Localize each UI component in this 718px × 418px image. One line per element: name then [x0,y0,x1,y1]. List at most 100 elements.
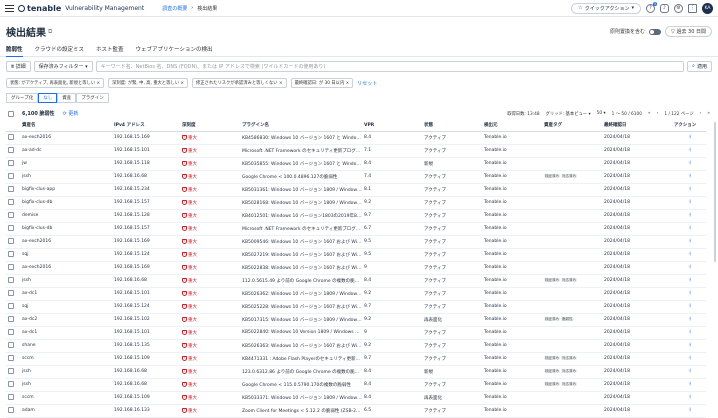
cell-plugin[interactable]: KB5031361: Windows 10 バージョン 1809 / Windo… [240,183,362,197]
table-row[interactable]: jssh 192.168.16.68! 重大 123.0.6312.86 より前の G… [6,365,706,379]
more-actions-icon[interactable]: ⋮ [672,235,706,249]
refresh-button[interactable]: ⟳ 更新 [63,110,79,117]
table-row[interactable]: ax-dc1 192.168.15.101! 重大 KB5026362: Window… [6,287,706,301]
more-actions-icon[interactable]: ⋮ [672,157,706,171]
cell-plugin[interactable]: KB4586830: Windows 10 バージョン 1607 と Windo… [240,131,362,145]
cell-asset[interactable]: shane [20,339,112,353]
bell-icon[interactable]: ♪ [660,3,669,13]
table-row[interactable]: sccm 192.168.15.109! 重大 KB4471331 : Adobe F… [6,352,706,366]
more-actions-icon[interactable]: ⋮ [672,222,706,236]
table-row[interactable]: jw 192.168.15.118! 重大 KB5035855: Windows 10… [6,157,706,171]
cell-asset[interactable]: jw [20,157,112,171]
cell-asset[interactable]: ax-dc1 [20,287,112,301]
view-select[interactable]: グリッド: 基本ビュー ▾ [546,111,591,117]
per-page-select[interactable]: 50 ▾ [597,111,606,117]
col-state[interactable]: 状態 [422,120,482,132]
more-actions-icon[interactable]: ⋮ [672,170,706,184]
more-actions-icon[interactable]: ⋮ [672,209,706,223]
row-checkbox[interactable] [8,133,14,140]
cell-asset[interactable]: bigfix-clus-db [20,196,112,210]
table-row[interactable]: ax-dc2 192.168.15.102! 重大 KB5017315: Window… [6,313,706,327]
cell-plugin[interactable]: KB5009546: Windows 10 バージョン 1607 および Win… [240,235,362,249]
cell-plugin[interactable]: KB5026363: Windows 10 バージョン 1607 および Win… [240,339,362,353]
group-plugin[interactable]: プラグイン [76,93,109,103]
date-range-button[interactable]: ▽ 過去 30 日間 [665,26,712,37]
row-checkbox[interactable] [8,328,14,335]
cell-asset[interactable]: ax-ad-dc [20,144,112,158]
tab-host-audit[interactable]: ホスト監査 [96,45,124,56]
more-actions-icon[interactable]: ⋮ [672,391,706,405]
row-checkbox[interactable] [8,380,14,387]
col-severity[interactable]: 深刻度 [180,120,240,132]
row-checkbox[interactable] [8,263,14,270]
tab-vulnerabilities[interactable]: 脆弱性 [6,45,23,57]
row-checkbox[interactable] [8,367,14,374]
more-actions-icon[interactable]: ⋮ [672,261,706,275]
col-tags[interactable]: 資産タグ [542,120,602,132]
help-icon[interactable]: ? 3 [646,1,657,13]
tab-webapp[interactable]: ウェブアプリケーションの検出 [136,45,213,56]
row-checkbox[interactable] [8,224,14,231]
gear-icon[interactable]: ⚙ [674,3,683,13]
row-checkbox[interactable] [8,185,14,192]
table-row[interactable]: sqj 192.168.15.124! 重大 KB5027219: Windows 1… [6,248,706,262]
cell-plugin[interactable]: KB5022838: Windows 10 バージョン 1607 および Win… [240,261,362,275]
more-actions-icon[interactable]: ⋮ [672,326,706,340]
row-checkbox[interactable] [8,211,14,218]
more-actions-icon[interactable]: ⋮ [672,365,706,379]
more-actions-icon[interactable]: ⋮ [672,287,706,301]
group-asset[interactable]: 資産 [57,93,77,103]
more-actions-icon[interactable]: ⋮ [672,378,706,392]
filter-chip[interactable]: 最終確認日: が 30 日以内 × [290,78,354,88]
table-row[interactable]: jssh 192.168.16.68! 重大 Google Chrome < 100.… [6,170,706,184]
row-checkbox[interactable] [8,276,14,283]
more-actions-icon[interactable]: ⋮ [672,352,706,366]
cell-plugin[interactable]: 112.0.5615.49 より前の Google Chrome の複数の脆弱性 [240,274,362,288]
more-actions-icon[interactable]: ⋮ [672,248,706,262]
cell-asset[interactable]: sccm [20,352,112,366]
table-row[interactable]: sccm 192.168.15.109! 重大 KB5033371: Windows … [6,391,706,405]
row-checkbox[interactable] [8,315,14,322]
advanced-filter-button[interactable]: ⩸ 詳細 [6,61,31,72]
more-actions-icon[interactable]: ⋮ [672,144,706,158]
col-vpr[interactable]: VPR [362,120,422,132]
cell-plugin[interactable]: 123.0.6312.86 より前の Google Chrome の複数の脆弱性 [240,365,362,379]
more-actions-icon[interactable]: ⋮ [672,339,706,353]
cell-plugin[interactable]: KB4012501: Windows 10 バージョン1803の2019年8月.… [240,209,362,223]
first-page-icon[interactable]: « [648,111,651,117]
logo[interactable]: tenable Vulnerability Management [18,4,144,13]
row-checkbox[interactable] [8,406,14,413]
cell-plugin[interactable]: KB5033371: Windows 10 バージョン 1809 / Windo… [240,391,362,405]
apps-grid-icon[interactable]: ⋮ [688,3,697,13]
save-icon[interactable]: ⧉ [48,28,52,36]
cell-plugin[interactable]: Microsoft .NET Framework のセキュリティ更新プログ... [240,222,362,236]
table-row[interactable]: bigfix-clus-app 192.168.15.234! 重大 KB503136… [6,183,706,197]
table-row[interactable]: jssh 192.168.16.68! 重大 Google Chrome < 115.… [6,378,706,392]
scrollbar[interactable] [714,122,716,262]
cell-plugin[interactable]: KB5026362: Windows 10 バージョン 1809 / Windo… [240,287,362,301]
cell-plugin[interactable]: Google Chrome < 115.0.5790.170の複数の脆弱性 [240,378,362,392]
row-checkbox[interactable] [8,341,14,348]
cell-plugin[interactable]: KB5025228: Windows 10 バージョン 1607 および Win… [240,300,362,314]
more-actions-icon[interactable]: ⋮ [672,131,706,145]
cell-plugin[interactable]: KB4471331 : Adobe Flash Playerのセキュリティ更新.… [240,352,362,366]
cell-asset[interactable]: ax-exch2016 [20,235,112,249]
cell-plugin[interactable]: KB5035855: Windows 10 バージョン 1607 と Windo… [240,157,362,171]
table-row[interactable]: jssh 192.168.16.68! 重大 112.0.5615.49 より前の G… [6,274,706,288]
more-actions-icon[interactable]: ⋮ [672,183,706,197]
cell-asset[interactable]: jssh [20,170,112,184]
more-actions-icon[interactable]: ⋮ [672,313,706,327]
more-actions-icon[interactable]: ⋮ [672,196,706,210]
cell-asset[interactable]: jssh [20,365,112,379]
table-row[interactable]: ax-dc1 192.168.15.101! 重大 KB5022840: Window… [6,326,706,340]
table-row[interactable]: shane 192.168.15.135! 重大 KB5026363: Windows… [6,339,706,353]
avatar[interactable]: KA [702,2,713,14]
menu-icon[interactable] [5,4,14,12]
apply-button[interactable]: ⌕ 適用 [687,61,712,72]
cell-asset[interactable]: demise [20,209,112,223]
table-row[interactable]: ax-ad-dc 192.168.15.101! 重大 Microsoft .NET … [6,144,706,158]
row-checkbox[interactable] [8,237,14,244]
col-last-seen[interactable]: 最終確認日 [602,120,672,132]
row-checkbox[interactable] [8,159,14,166]
select-all-checkbox[interactable] [8,110,14,117]
